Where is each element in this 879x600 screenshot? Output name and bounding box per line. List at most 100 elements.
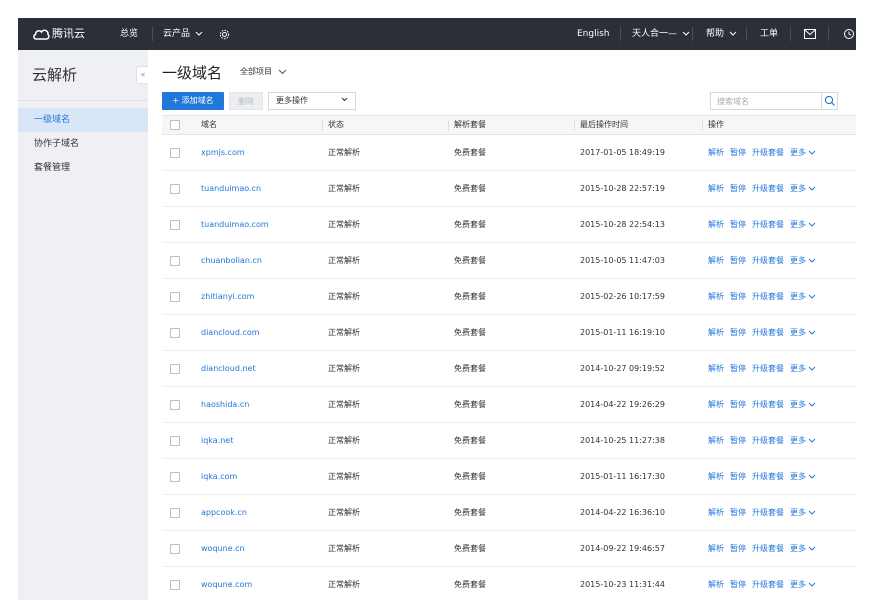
more-menu[interactable]: 更多 (790, 580, 816, 589)
domain-link[interactable]: diancloud.com (201, 315, 260, 351)
resolve-link[interactable]: 解析 (708, 472, 724, 481)
nav-products[interactable]: 云产品 (163, 18, 203, 50)
row-checkbox[interactable] (170, 400, 180, 410)
pause-link[interactable]: 暂停 (730, 220, 746, 229)
resolve-link[interactable]: 解析 (708, 328, 724, 337)
more-menu[interactable]: 更多 (790, 148, 816, 157)
row-checkbox[interactable] (170, 544, 180, 554)
brand-name[interactable]: 腾讯云 (52, 18, 85, 50)
more-menu[interactable]: 更多 (790, 436, 816, 445)
header-time[interactable]: 最后操作时间 (580, 116, 628, 134)
resolve-link[interactable]: 解析 (708, 436, 724, 445)
upgrade-plan-link[interactable]: 升级套餐 (752, 364, 784, 373)
upgrade-plan-link[interactable]: 升级套餐 (752, 580, 784, 589)
more-operations-select[interactable]: 更多操作 (268, 92, 356, 110)
pause-link[interactable]: 暂停 (730, 580, 746, 589)
pause-link[interactable]: 暂停 (730, 184, 746, 193)
pause-link[interactable]: 暂停 (730, 148, 746, 157)
pause-link[interactable]: 暂停 (730, 436, 746, 445)
upgrade-plan-link[interactable]: 升级套餐 (752, 292, 784, 301)
more-menu[interactable]: 更多 (790, 364, 816, 373)
search-button[interactable] (821, 93, 837, 109)
domain-link[interactable]: xpmjs.com (201, 135, 245, 171)
domain-link[interactable]: chuanbolian.cn (201, 243, 262, 279)
row-checkbox[interactable] (170, 472, 180, 482)
domain-link[interactable]: woqune.cn (201, 531, 245, 567)
upgrade-plan-link[interactable]: 升级套餐 (752, 436, 784, 445)
pause-link[interactable]: 暂停 (730, 472, 746, 481)
pause-link[interactable]: 暂停 (730, 256, 746, 265)
domain-link[interactable]: zhitianyi.com (201, 279, 254, 315)
header-status[interactable]: 状态 (328, 116, 344, 134)
delete-button[interactable]: 删除 (229, 92, 263, 110)
ticket-link[interactable]: 工单 (760, 18, 778, 50)
cloud-logo-icon[interactable] (32, 27, 50, 40)
upgrade-plan-link[interactable]: 升级套餐 (752, 220, 784, 229)
domain-link[interactable]: tuanduimao.cn (201, 171, 261, 207)
header-domain[interactable]: 域名 (201, 116, 217, 134)
more-menu[interactable]: 更多 (790, 400, 816, 409)
resolve-link[interactable]: 解析 (708, 508, 724, 517)
upgrade-plan-link[interactable]: 升级套餐 (752, 184, 784, 193)
project-filter[interactable]: 全部项目 (240, 66, 287, 77)
pause-link[interactable]: 暂停 (730, 364, 746, 373)
pause-link[interactable]: 暂停 (730, 328, 746, 337)
more-menu[interactable]: 更多 (790, 184, 816, 193)
resolve-link[interactable]: 解析 (708, 184, 724, 193)
resolve-link[interactable]: 解析 (708, 148, 724, 157)
notification-icon[interactable] (843, 28, 855, 40)
domain-link[interactable]: iqka.com (201, 459, 237, 495)
more-menu[interactable]: 更多 (790, 508, 816, 517)
domain-link[interactable]: haoshida.cn (201, 387, 249, 423)
settings-icon[interactable] (219, 29, 230, 40)
account-menu[interactable]: 天人合一— (632, 18, 690, 50)
domain-link[interactable]: diancloud.net (201, 351, 256, 387)
pause-link[interactable]: 暂停 (730, 508, 746, 517)
select-all-checkbox[interactable] (170, 120, 180, 130)
add-domain-button[interactable]: + 添加域名 (162, 92, 224, 110)
resolve-link[interactable]: 解析 (708, 256, 724, 265)
pause-link[interactable]: 暂停 (730, 292, 746, 301)
row-checkbox[interactable] (170, 148, 180, 158)
resolve-link[interactable]: 解析 (708, 220, 724, 229)
upgrade-plan-link[interactable]: 升级套餐 (752, 400, 784, 409)
upgrade-plan-link[interactable]: 升级套餐 (752, 256, 784, 265)
resolve-link[interactable]: 解析 (708, 292, 724, 301)
header-plan[interactable]: 解析套餐 (454, 116, 486, 134)
more-menu[interactable]: 更多 (790, 256, 816, 265)
resolve-link[interactable]: 解析 (708, 400, 724, 409)
more-menu[interactable]: 更多 (790, 292, 816, 301)
row-checkbox[interactable] (170, 580, 180, 590)
domain-link[interactable]: woqune.com (201, 567, 252, 600)
sidebar-item-primary-domains[interactable]: 一级域名 (18, 108, 148, 132)
resolve-link[interactable]: 解析 (708, 580, 724, 589)
upgrade-plan-link[interactable]: 升级套餐 (752, 148, 784, 157)
row-checkbox[interactable] (170, 328, 180, 338)
row-checkbox[interactable] (170, 256, 180, 266)
upgrade-plan-link[interactable]: 升级套餐 (752, 328, 784, 337)
more-menu[interactable]: 更多 (790, 472, 816, 481)
upgrade-plan-link[interactable]: 升级套餐 (752, 544, 784, 553)
nav-overview[interactable]: 总览 (120, 18, 138, 50)
sidebar-item-plan-management[interactable]: 套餐管理 (18, 156, 148, 180)
domain-link[interactable]: appcook.cn (201, 495, 247, 531)
sidebar-item-collab-subdomains[interactable]: 协作子域名 (18, 132, 148, 156)
resolve-link[interactable]: 解析 (708, 544, 724, 553)
more-menu[interactable]: 更多 (790, 328, 816, 337)
row-checkbox[interactable] (170, 184, 180, 194)
more-menu[interactable]: 更多 (790, 544, 816, 553)
language-switch[interactable]: English (577, 18, 610, 50)
pause-link[interactable]: 暂停 (730, 400, 746, 409)
row-checkbox[interactable] (170, 220, 180, 230)
row-checkbox[interactable] (170, 436, 180, 446)
domain-link[interactable]: iqka.net (201, 423, 233, 459)
resolve-link[interactable]: 解析 (708, 364, 724, 373)
row-checkbox[interactable] (170, 292, 180, 302)
mail-icon[interactable] (804, 29, 816, 39)
row-checkbox[interactable] (170, 508, 180, 518)
upgrade-plan-link[interactable]: 升级套餐 (752, 472, 784, 481)
search-input[interactable] (711, 93, 821, 109)
pause-link[interactable]: 暂停 (730, 544, 746, 553)
row-checkbox[interactable] (170, 364, 180, 374)
upgrade-plan-link[interactable]: 升级套餐 (752, 508, 784, 517)
